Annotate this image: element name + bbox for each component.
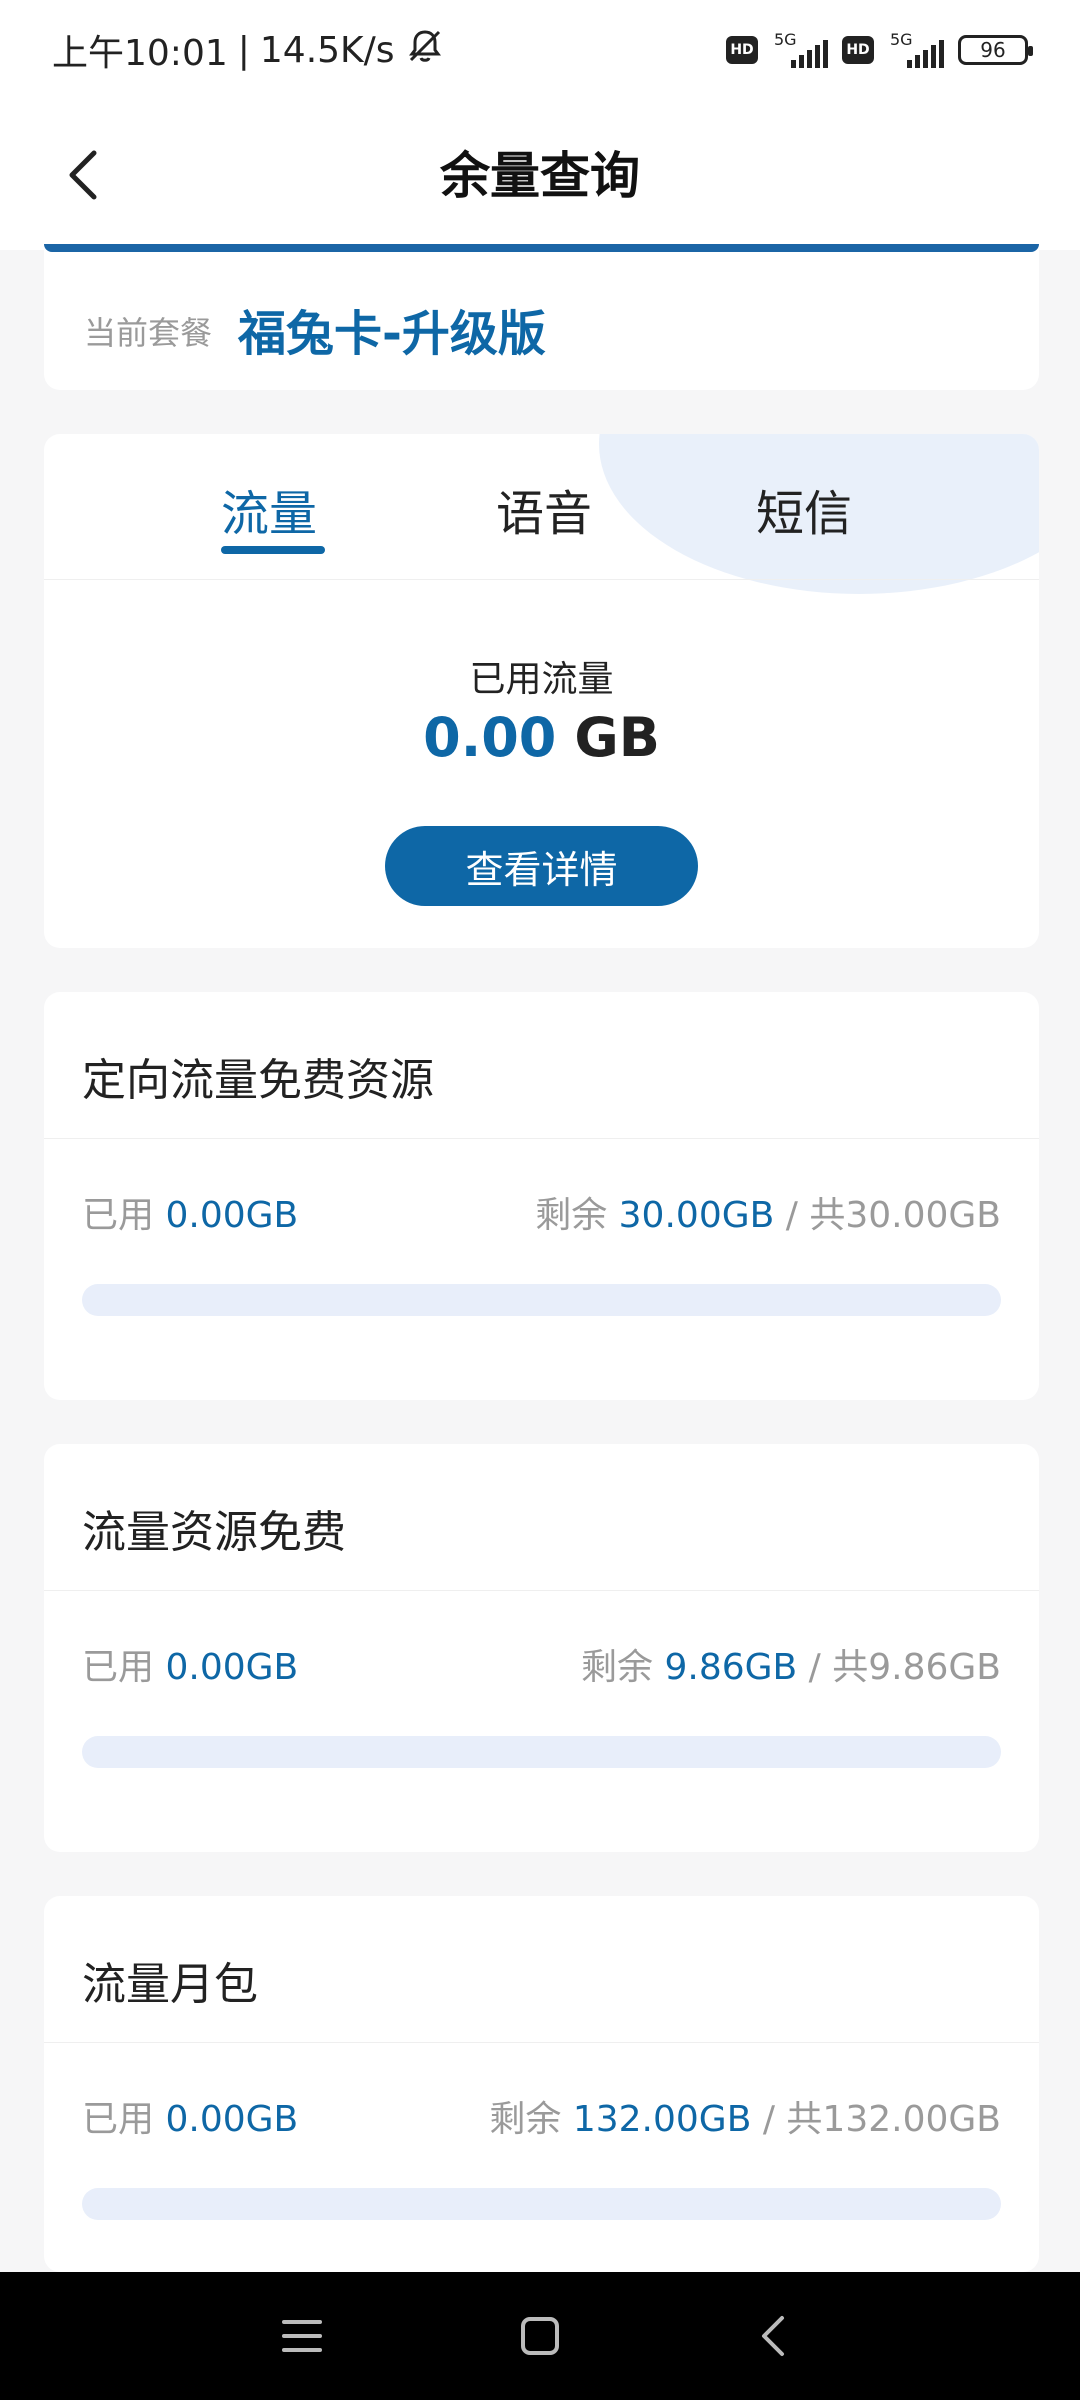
active-tab-indicator (221, 546, 325, 554)
divider (44, 2042, 1039, 2043)
menu-icon[interactable] (272, 2306, 332, 2366)
tab-sms[interactable]: 短信 (756, 474, 852, 544)
total-amount: / 共30.00GB (785, 1195, 1001, 1236)
signal-icon-1: 5G (772, 30, 828, 70)
status-bar: 上午10:01 | 14.5K/s HD 5G HD 5G 96 (0, 0, 1080, 100)
resource-used: 已用 0.00GB (82, 1638, 298, 1690)
status-separator: | (237, 29, 250, 71)
used-prefix: 已用 (82, 1647, 155, 1688)
mute-bell-icon (405, 26, 445, 75)
resource-used: 已用 0.00GB (82, 1186, 298, 1238)
signal-icon-2: 5G (888, 30, 944, 70)
system-nav-bar (0, 2272, 1080, 2400)
tab-voice[interactable]: 语音 (496, 474, 592, 544)
battery-level: 96 (980, 38, 1006, 62)
used-data-unit: GB (574, 706, 660, 769)
status-time: 上午10:01 (52, 33, 228, 74)
resource-remaining: 剩余 30.00GB / 共30.00GB (535, 1186, 1001, 1238)
used-amount: 0.00GB (165, 1647, 299, 1688)
resource-card-monthly-pack: 流量月包 已用 0.00GB 剩余 132.00GB / 共132.00GB (44, 1896, 1039, 2272)
plan-card: 当前套餐 福兔卡-升级版 (44, 244, 1039, 390)
total-amount: / 共9.86GB (808, 1647, 1001, 1688)
used-amount: 0.00GB (165, 1195, 299, 1236)
remain-amount: 9.86GB (664, 1647, 798, 1688)
resource-used: 已用 0.00GB (82, 2090, 298, 2142)
title-bar: 余量查询 (0, 100, 1080, 250)
divider (44, 1590, 1039, 1591)
usage-progress-bar (82, 2188, 1001, 2220)
usage-card: 流量 语音 短信 已用流量 0.00 GB 查看详情 (44, 434, 1039, 948)
back-chevron-icon[interactable] (744, 2306, 804, 2366)
remain-prefix: 剩余 (535, 1195, 608, 1236)
total-amount: / 共132.00GB (762, 2099, 1001, 2140)
battery-icon: 96 (958, 35, 1033, 65)
resource-card-directed: 定向流量免费资源 已用 0.00GB 剩余 30.00GB / 共30.00GB (44, 992, 1039, 1400)
remain-prefix: 剩余 (581, 1647, 654, 1688)
status-right: HD 5G HD 5G 96 (726, 30, 1033, 70)
hd-badge-2: HD (842, 36, 874, 64)
used-prefix: 已用 (82, 1195, 155, 1236)
resource-remaining: 剩余 132.00GB / 共132.00GB (489, 2090, 1001, 2142)
plan-card-accent-line (44, 244, 1039, 252)
used-data-number: 0.00 (423, 706, 557, 769)
plan-name: 福兔卡-升级版 (238, 306, 546, 362)
status-net-speed: 14.5K/s (259, 29, 395, 71)
usage-progress-bar (82, 1284, 1001, 1316)
used-amount: 0.00GB (165, 2099, 299, 2140)
remain-prefix: 剩余 (489, 2099, 562, 2140)
hd-badge-1: HD (726, 36, 758, 64)
resource-remaining: 剩余 9.86GB / 共9.86GB (581, 1638, 1001, 1690)
resource-title: 定向流量免费资源 (82, 1055, 434, 1106)
remain-amount: 30.00GB (618, 1195, 775, 1236)
home-square-icon[interactable] (510, 2306, 570, 2366)
usage-progress-bar (82, 1736, 1001, 1768)
resource-card-free-data: 流量资源免费 已用 0.00GB 剩余 9.86GB / 共9.86GB (44, 1444, 1039, 1852)
divider (44, 1138, 1039, 1139)
plan-label: 当前套餐 (84, 314, 213, 352)
usage-tabs: 流量 语音 短信 (44, 434, 1039, 580)
remain-amount: 132.00GB (572, 2099, 752, 2140)
used-prefix: 已用 (82, 2099, 155, 2140)
tab-data[interactable]: 流量 (221, 474, 317, 544)
resource-title: 流量月包 (82, 1959, 258, 2010)
view-details-button[interactable]: 查看详情 (385, 826, 698, 906)
resource-title: 流量资源免费 (82, 1507, 346, 1558)
used-data-value: 0.00 GB (44, 706, 1039, 769)
status-left: 上午10:01 | 14.5K/s (52, 24, 445, 76)
used-data-label: 已用流量 (469, 659, 614, 700)
page-title: 余量查询 (440, 147, 640, 205)
